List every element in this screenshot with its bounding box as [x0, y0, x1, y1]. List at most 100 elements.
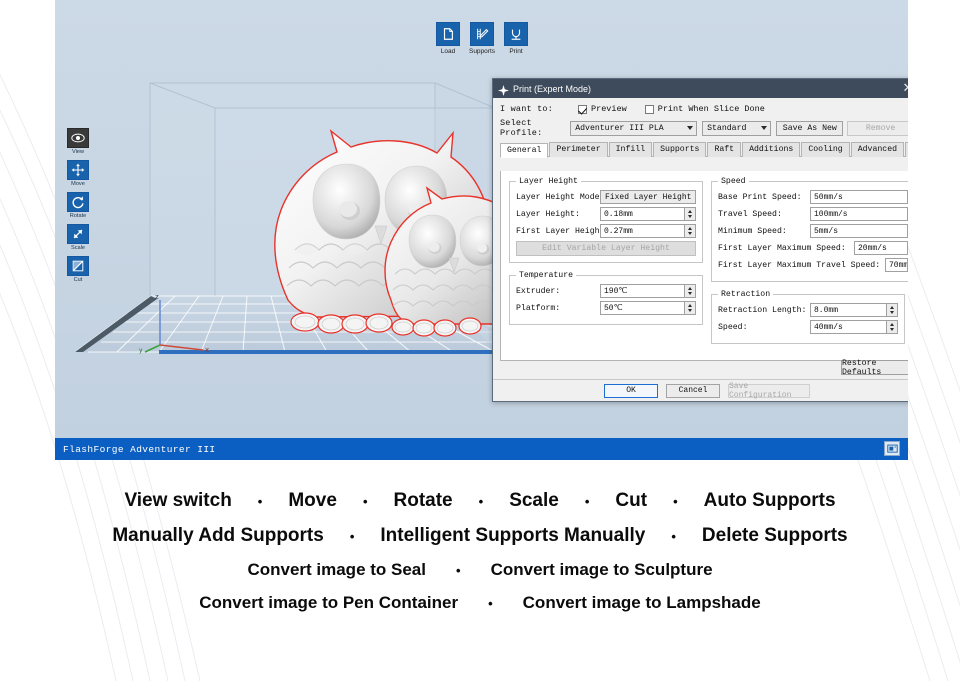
- bullet-separator-icon: •: [349, 528, 355, 544]
- checkbox-print-when-slice-done-box[interactable]: [644, 104, 654, 114]
- first-layer-height-stepper[interactable]: [684, 225, 695, 237]
- retraction-length-stepper[interactable]: [886, 304, 897, 316]
- dialog-body: I want to: Preview Print When Slice Done…: [493, 98, 908, 401]
- left-tool-rotate[interactable]: Rotate: [61, 192, 95, 219]
- tab-perimeter[interactable]: Perimeter: [549, 142, 608, 157]
- tab-others[interactable]: Others: [905, 142, 908, 157]
- tab-additions[interactable]: Additions: [742, 142, 801, 157]
- tab-cooling[interactable]: Cooling: [801, 142, 850, 157]
- first-layer-height-input[interactable]: 0.27mm: [600, 224, 696, 238]
- platform-temp-stepper[interactable]: [684, 302, 695, 314]
- tab-raft[interactable]: Raft: [707, 142, 742, 157]
- platform-temp-input[interactable]: 50℃: [600, 301, 696, 315]
- layer-height-label: Layer Height:: [516, 209, 580, 219]
- stepper-up-icon: [890, 306, 894, 309]
- checkbox-print-when-slice-done[interactable]: Print When Slice Done: [644, 104, 765, 114]
- layer-height-group: Layer Height Layer Height Mode: Fixed La…: [509, 177, 703, 263]
- stepper-down-icon: [688, 309, 692, 312]
- layer-height-mode-value: Fixed Layer Height: [605, 192, 692, 202]
- want-to-row: I want to: Preview Print When Slice Done: [500, 104, 908, 114]
- save-as-new-button[interactable]: Save As New: [776, 120, 844, 136]
- panel-left-column: Layer Height Layer Height Mode: Fixed La…: [505, 177, 707, 354]
- move-arrows-icon: [67, 160, 89, 180]
- first-layer-max-travel-speed-stepper[interactable]: [906, 259, 908, 271]
- first-layer-max-travel-speed-value: 70mm/s: [889, 260, 908, 270]
- tab-advanced[interactable]: Advanced: [850, 142, 905, 157]
- profile-dropdown[interactable]: Adventurer III PLA: [570, 120, 698, 136]
- base-print-speed-stepper[interactable]: [906, 191, 908, 203]
- layer-height-input[interactable]: 0.18mm: [600, 207, 696, 221]
- tab-general[interactable]: General: [500, 143, 549, 158]
- toolbar-label-supports: Supports: [468, 48, 496, 55]
- first-layer-height-row: First Layer Height: 0.27mm: [516, 224, 696, 238]
- retraction-speed-stepper[interactable]: [886, 321, 897, 333]
- minimum-speed-input[interactable]: 5mm/s: [810, 224, 908, 238]
- tab-infill[interactable]: Infill: [608, 142, 653, 157]
- left-tool-label-scale: Scale: [71, 245, 85, 251]
- checkbox-preview-label: Preview: [591, 104, 627, 114]
- left-tool-scale[interactable]: Scale: [61, 224, 95, 251]
- extruder-temp-value: 190℃: [604, 287, 628, 296]
- travel-speed-input[interactable]: 100mm/s: [810, 207, 908, 221]
- status-bar: FlashForge Adventurer III: [55, 438, 908, 460]
- close-icon[interactable]: ✕: [901, 81, 908, 95]
- retraction-speed-input[interactable]: 40mm/s: [810, 320, 898, 334]
- left-tool-cut[interactable]: Cut: [61, 256, 95, 283]
- caption-convert-to-pen-container: Convert image to Pen Container: [199, 593, 459, 612]
- caption-line-4: Convert image to Pen Container • Convert…: [0, 593, 960, 613]
- layer-height-mode-label: Layer Height Mode:: [516, 192, 605, 202]
- first-layer-max-speed-stepper[interactable]: [906, 242, 908, 254]
- cancel-button[interactable]: Cancel: [666, 383, 720, 398]
- layer-height-stepper[interactable]: [684, 208, 695, 220]
- platform-row: Platform: 50℃: [516, 301, 696, 315]
- toolbar-label-print: Print: [509, 48, 523, 55]
- stepper-down-icon: [688, 215, 692, 218]
- ok-button[interactable]: OK: [604, 383, 658, 398]
- extruder-temp-input[interactable]: 190℃: [600, 284, 696, 298]
- flashprint-window: z x y Load Supports Print View Move Rota…: [55, 0, 908, 460]
- caption-line-2: Manually Add Supports • Intelligent Supp…: [0, 525, 960, 547]
- retraction-length-value: 8.0mm: [814, 305, 839, 315]
- left-tool-move[interactable]: Move: [61, 160, 95, 187]
- stepper-up-icon: [688, 304, 692, 307]
- load-file-icon: [436, 22, 460, 46]
- base-print-speed-label: Base Print Speed:: [718, 192, 802, 202]
- extruder-label: Extruder:: [516, 286, 561, 296]
- toolbar-button-supports[interactable]: Supports: [469, 22, 495, 55]
- bullet-separator-icon: •: [584, 493, 590, 509]
- restore-defaults-wrap: Restore Defaults: [841, 359, 908, 377]
- left-tool-label-move: Move: [71, 181, 85, 187]
- first-layer-max-speed-input[interactable]: 20mm/s: [854, 241, 908, 255]
- retraction-length-input[interactable]: 8.0mm: [810, 303, 898, 317]
- caption-scale: Scale: [509, 490, 559, 511]
- screenshot-root: z x y Load Supports Print View Move Rota…: [0, 0, 960, 681]
- dialog-title-bar[interactable]: Print (Expert Mode) ✕: [493, 79, 908, 98]
- minimum-speed-stepper[interactable]: [906, 225, 908, 237]
- toolbar-button-print[interactable]: Print: [503, 22, 529, 55]
- cut-plane-icon: [67, 256, 89, 276]
- save-configuration-button: Save Configuration: [728, 382, 810, 400]
- caption-convert-to-lampshade: Convert image to Lampshade: [522, 593, 761, 612]
- print-nozzle-icon: [504, 22, 528, 46]
- supports-pencil-icon: [470, 22, 494, 46]
- base-print-speed-input[interactable]: 50mm/s: [810, 190, 908, 204]
- layer-height-mode-dropdown[interactable]: Fixed Layer Height: [600, 190, 696, 204]
- checkbox-preview-box[interactable]: [578, 104, 587, 114]
- extruder-temp-stepper[interactable]: [684, 285, 695, 297]
- first-layer-max-travel-speed-input[interactable]: 70mm/s: [885, 258, 908, 272]
- restore-defaults-button[interactable]: Restore Defaults: [841, 359, 908, 377]
- settings-tabs: General Perimeter Infill Supports Raft A…: [500, 142, 908, 158]
- rotate-arrow-icon: [67, 192, 89, 212]
- caption-view-switch: View switch: [124, 490, 232, 511]
- travel-speed-stepper[interactable]: [906, 208, 908, 220]
- bullet-separator-icon: •: [478, 493, 484, 509]
- monitor-icon[interactable]: [884, 441, 900, 456]
- base-print-speed-value: 50mm/s: [814, 192, 843, 202]
- left-tool-view[interactable]: View: [61, 128, 95, 155]
- svg-text:z: z: [155, 293, 159, 301]
- quality-dropdown[interactable]: Standard: [702, 120, 772, 136]
- minimum-speed-row: Minimum Speed: 5mm/s: [718, 224, 908, 238]
- tab-supports[interactable]: Supports: [653, 142, 707, 157]
- toolbar-button-load[interactable]: Load: [435, 22, 461, 55]
- checkbox-preview[interactable]: Preview: [578, 104, 627, 114]
